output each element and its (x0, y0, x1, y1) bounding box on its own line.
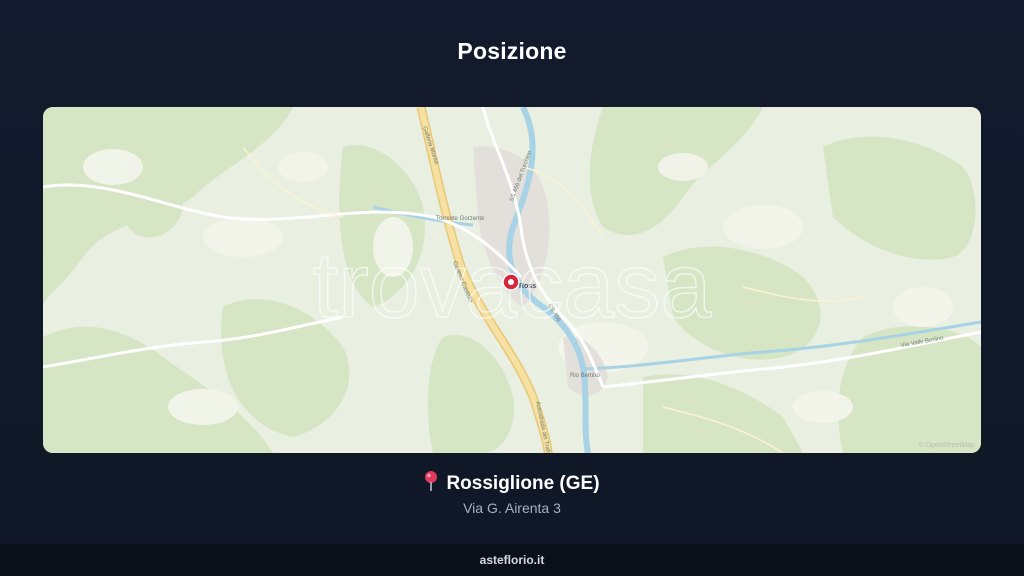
map-view[interactable]: Galleria Morea Galleria Castello Autostr… (43, 107, 981, 453)
label-rio-bertino: Rio Bertino (570, 373, 600, 379)
location-title: Rossiglione (GE) (0, 471, 1024, 497)
map-pin-icon (424, 471, 438, 497)
page-title: Posizione (457, 38, 567, 64)
label-river-station: Torrente Gorzente (436, 216, 485, 222)
location-name: Rossiglione (GE) (446, 473, 600, 494)
footer: asteflorio.it (0, 544, 1024, 576)
footer-site-link[interactable]: asteflorio.it (480, 553, 545, 567)
map-attribution[interactable]: © OpenStreetMap (918, 442, 975, 449)
location-marker-icon[interactable] (502, 273, 520, 291)
location-address: Via G. Airenta 3 (463, 500, 561, 516)
